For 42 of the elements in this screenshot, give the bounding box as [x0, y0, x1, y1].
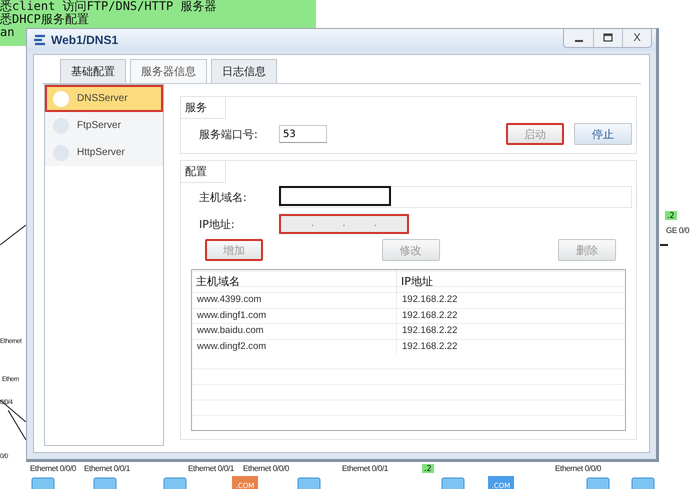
- table-cell: www.baidu.com: [192, 323, 396, 338]
- column-header: 主机域名: [195, 274, 241, 290]
- port-field[interactable]: 53: [279, 125, 327, 143]
- host-label: 主机域名:: [199, 190, 248, 204]
- link-line: [0, 225, 26, 245]
- ip-address-field[interactable]: . . .: [279, 214, 409, 234]
- port-label: 服务端口号:: [199, 126, 259, 142]
- group-title: 服务: [181, 97, 226, 119]
- app-icon: [33, 33, 47, 47]
- port-label: Ethernet 0/0/1: [342, 464, 388, 473]
- table-cell: www.dingf1.com: [192, 308, 396, 323]
- tab[interactable]: 服务器信息: [130, 59, 207, 83]
- window-title: Web1/DNS1: [51, 33, 120, 47]
- port-label: Ethernet 0/0/0: [243, 464, 290, 473]
- table-cell: 192.168.2.22: [396, 308, 625, 323]
- table-cell: 192.168.2.22: [396, 338, 625, 354]
- note-text: an: [0, 26, 14, 39]
- service-button[interactable]: 停止: [574, 123, 632, 145]
- link-line: [660, 244, 668, 246]
- minimize-icon: [574, 40, 582, 42]
- table-cell: 192.168.2.22: [396, 292, 625, 308]
- port-label: Ethernet 0/0/1: [84, 464, 130, 473]
- address-tag: .2: [422, 464, 434, 473]
- port-label: Ethernet 0/0/0: [30, 464, 76, 473]
- tab[interactable]: 日志信息: [211, 59, 277, 83]
- group-title: 配置: [181, 161, 226, 183]
- maximize-icon: [603, 33, 613, 43]
- port-label: GE 0/0: [666, 226, 690, 235]
- note-text: 悉client 访问FTP/DNS/HTTP 服务器: [0, 0, 216, 13]
- server-list-item[interactable]: HttpServer: [45, 139, 163, 166]
- server-list-item[interactable]: DNSServer: [45, 85, 163, 112]
- table-cell: www.4399.com: [192, 292, 396, 308]
- port-label: Ethernet 0/0/0: [555, 464, 602, 473]
- host-name-field[interactable]: [279, 186, 391, 206]
- address-tag: .2: [665, 211, 677, 220]
- table-cell: 192.168.2.22: [396, 323, 625, 338]
- server-list-item[interactable]: FtpServer: [45, 112, 163, 139]
- tab[interactable]: 基础配置: [60, 59, 126, 83]
- port-label: Ethernet 0/0/1: [188, 464, 234, 473]
- note-text: 悉DHCP服务配置: [0, 13, 89, 26]
- ip-label: IP地址:: [199, 216, 236, 232]
- table-cell: www.dingf2.com: [192, 338, 396, 354]
